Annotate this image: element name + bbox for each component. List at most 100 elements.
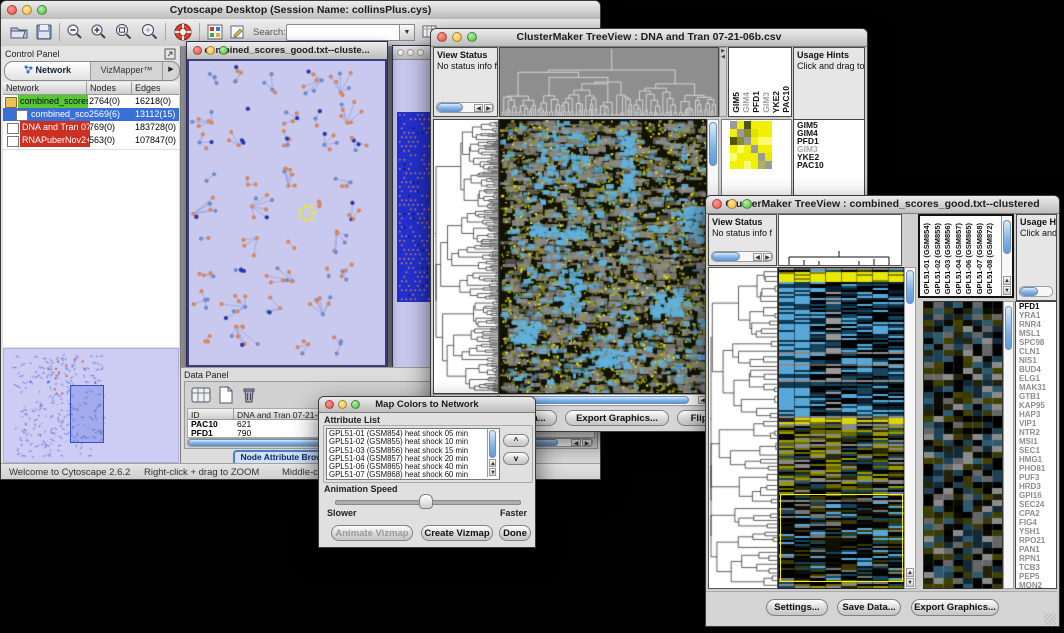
help-lifering-icon[interactable]: [173, 22, 193, 42]
zoom-out-icon[interactable]: [65, 23, 85, 41]
tv1-row-dendrogram[interactable]: [433, 119, 499, 394]
close-button[interactable]: [7, 5, 17, 15]
tv2-titlebar[interactable]: ClusterMaker TreeView : combined_scores_…: [706, 196, 1059, 214]
attribute-listbox[interactable]: GPL51-01 (GSM854) heat shock 05 minGPL51…: [326, 428, 500, 480]
tv1-splitter[interactable]: ▶◀: [719, 47, 727, 117]
tv2-collabels-vscrollbar[interactable]: ▲ ▼: [1001, 216, 1012, 296]
tv2-gene-label[interactable]: RNR4: [1019, 320, 1056, 329]
tv2-gene-label[interactable]: NTR2: [1019, 428, 1056, 437]
resize-grip[interactable]: [1044, 613, 1056, 625]
tv2-gene-label[interactable]: VIP1: [1019, 419, 1056, 428]
tv2-gene-vscrollbar[interactable]: [1003, 301, 1014, 589]
tv1-column-label[interactable]: GIM4: [741, 92, 751, 113]
tv2-gene-label[interactable]: CLN1: [1019, 347, 1056, 356]
attribute-up-button[interactable]: ^: [503, 434, 529, 447]
tv1-export-graphics-button[interactable]: Export Graphics...: [565, 410, 669, 426]
tv2-gene-label[interactable]: TCB3: [1019, 563, 1056, 572]
tv2-gene-label[interactable]: RPO21: [1019, 536, 1056, 545]
zoom-fit-icon[interactable]: [139, 23, 161, 41]
network-window-titlebar[interactable]: combined_scores_good.txt--cluste...: [187, 42, 387, 60]
minimize-button[interactable]: [727, 199, 737, 209]
tv2-gene-label[interactable]: HMG1: [1019, 455, 1056, 464]
annotation-icon[interactable]: [229, 23, 247, 41]
tab-overflow-arrow[interactable]: ▶: [162, 62, 179, 80]
tv2-gene-label[interactable]: CPA2: [1019, 509, 1056, 518]
tv2-gene-label[interactable]: BUD4: [1019, 365, 1056, 374]
tv2-column-label[interactable]: GPL51-03 (GSM856): [943, 223, 952, 294]
tv1-column-label[interactable]: GIM5: [731, 92, 741, 113]
attribute-list-item[interactable]: GPL51-07 (GSM868) heat shock 60 min: [329, 471, 499, 479]
anim-slider-thumb[interactable]: [419, 494, 433, 509]
attribute-down-button[interactable]: v: [503, 452, 529, 465]
tv1-column-label[interactable]: YKE2: [771, 91, 781, 113]
close-button[interactable]: [325, 400, 334, 409]
zoom-button[interactable]: [417, 49, 424, 56]
search-input[interactable]: [286, 24, 401, 41]
tv2-status-scrollbar[interactable]: ◀ ▶: [711, 251, 773, 262]
zoom-button[interactable]: [467, 32, 477, 42]
network-table-row[interactable]: combined_sco2569(6)13112(15): [3, 108, 179, 121]
zoom-button[interactable]: [742, 199, 752, 209]
tv2-gene-label[interactable]: PAN1: [1019, 545, 1056, 554]
tv2-gene-label[interactable]: HRD3: [1019, 482, 1056, 491]
tv2-gene-label[interactable]: RPN1: [1019, 554, 1056, 563]
tv2-gene-label[interactable]: FIG4: [1019, 518, 1056, 527]
tv2-col-dendrogram[interactable]: [778, 214, 902, 266]
close-button[interactable]: [193, 46, 202, 55]
tv2-gene-label[interactable]: SEC24: [1019, 500, 1056, 509]
tab-network[interactable]: Network: [5, 62, 91, 80]
tv2-save-data-button[interactable]: Save Data...: [837, 599, 901, 616]
scroll-up-button[interactable]: ▲: [1003, 276, 1011, 285]
scroll-right-button[interactable]: ▶: [763, 253, 772, 261]
tv2-gene-label[interactable]: SPC98: [1019, 338, 1056, 347]
net1-canvas[interactable]: [189, 61, 383, 363]
float-panel-icon[interactable]: [164, 48, 176, 60]
tv2-gene-label[interactable]: NIS1: [1019, 356, 1056, 365]
close-button[interactable]: [712, 199, 722, 209]
tv1-titlebar[interactable]: ClusterMaker TreeView : DNA and Tran 07-…: [431, 29, 867, 47]
scroll-up-button[interactable]: ▲: [906, 568, 914, 577]
minimize-button[interactable]: [22, 5, 32, 15]
new-attribute-icon[interactable]: [217, 385, 235, 405]
scroll-up-button[interactable]: ▲: [489, 459, 496, 467]
zoom-button[interactable]: [37, 5, 47, 15]
tv1-zoom-heatmap[interactable]: [730, 121, 772, 169]
main-titlebar[interactable]: Cytoscape Desktop (Session Name: collins…: [1, 1, 600, 20]
scroll-left-button[interactable]: ◀: [474, 104, 483, 112]
minimize-button[interactable]: [206, 46, 215, 55]
tv2-settings-button[interactable]: Settings...: [766, 599, 828, 616]
tv2-gene-label[interactable]: KAP95: [1019, 401, 1056, 410]
open-file-icon[interactable]: [9, 23, 29, 41]
select-attributes-icon[interactable]: [190, 385, 212, 405]
tv2-gene-label[interactable]: PFD1: [1019, 302, 1056, 311]
tv1-col-dendrogram[interactable]: [499, 47, 719, 117]
tv2-export-graphics-button[interactable]: Export Graphics...: [911, 599, 999, 616]
tv2-gene-label[interactable]: MON2: [1019, 581, 1056, 589]
tab-vizmapper[interactable]: VizMapper™: [91, 62, 162, 80]
scroll-right-button[interactable]: ▶: [484, 104, 493, 112]
tv1-zoom-gene-label[interactable]: PAC10: [797, 161, 864, 169]
tv1-status-scrollbar[interactable]: ◀ ▶: [436, 102, 494, 113]
tv1-heatmap[interactable]: [499, 119, 707, 394]
tv2-gene-label[interactable]: MAK31: [1019, 383, 1056, 392]
tv2-gene-label[interactable]: PHO81: [1019, 464, 1056, 473]
scroll-left-button[interactable]: ◀: [753, 253, 762, 261]
tv2-column-label[interactable]: GPL51-04 (GSM857): [954, 223, 963, 294]
tv2-column-label[interactable]: GPL51-02 (GSM855): [933, 223, 942, 294]
scroll-left-button[interactable]: ◀: [571, 439, 581, 446]
close-button[interactable]: [397, 49, 404, 56]
scroll-down-button[interactable]: ▼: [489, 468, 496, 476]
tv2-vscrollbar[interactable]: ▲ ▼: [904, 267, 916, 589]
tv2-gene-label[interactable]: MSL1: [1019, 329, 1056, 338]
tv2-gene-label[interactable]: PUF3: [1019, 473, 1056, 482]
net2-canvas[interactable]: [397, 112, 433, 302]
zoom-button[interactable]: [351, 400, 360, 409]
col-edges[interactable]: Edges: [132, 82, 179, 95]
network-table-row[interactable]: combined_scores2764(0)16218(0): [3, 95, 179, 108]
tv2-usage-scrollbar[interactable]: [1019, 286, 1053, 297]
scroll-down-button[interactable]: ▼: [1003, 286, 1011, 295]
create-vizmap-button[interactable]: Create Vizmap: [421, 525, 493, 541]
tv2-gene-label[interactable]: YSH1: [1019, 527, 1056, 536]
tv2-gene-label[interactable]: GTB1: [1019, 392, 1056, 401]
animate-vizmap-button[interactable]: Animate Vizmap: [331, 525, 413, 541]
